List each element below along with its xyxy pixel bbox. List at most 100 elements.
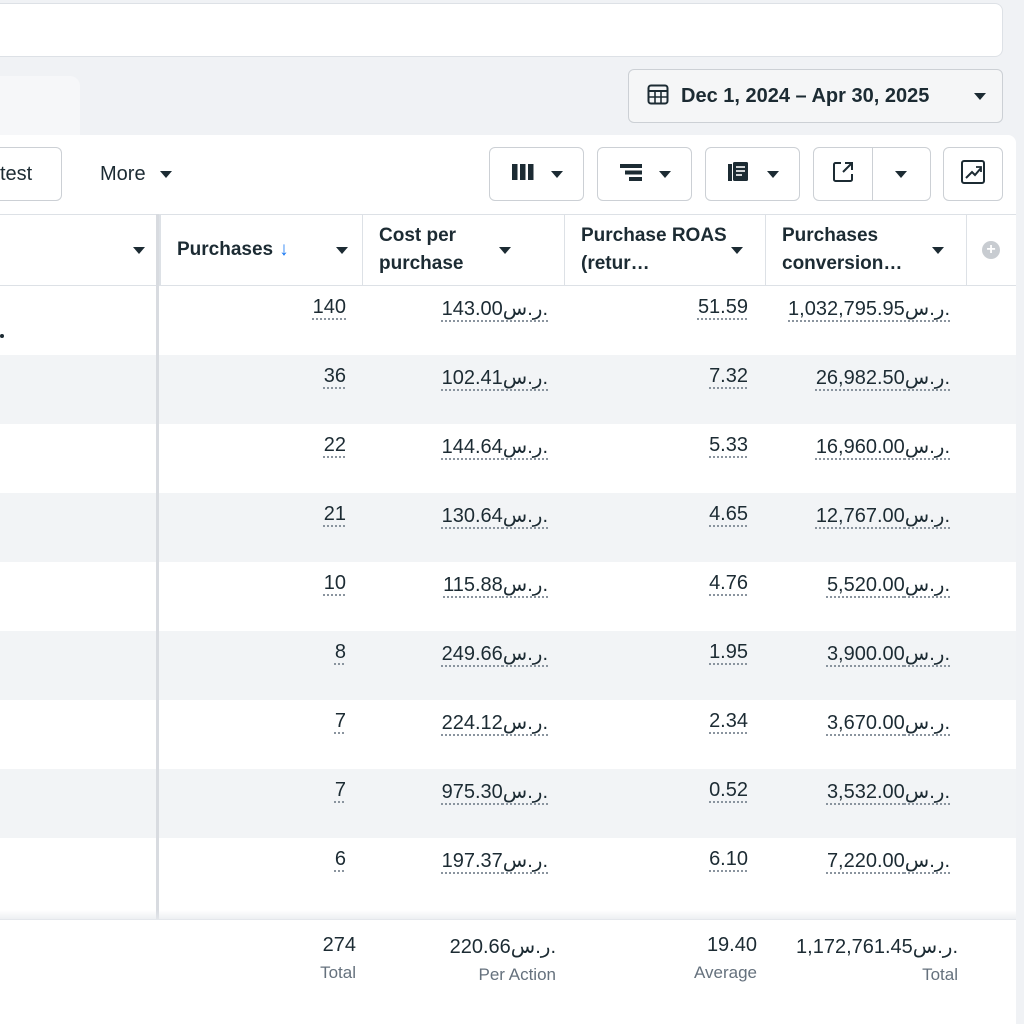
cost-per-purchase-cell[interactable]: 197.37ر.س. [442,848,548,873]
conversion-value-cell[interactable]: 1,032,795.95ر.س. [788,296,950,321]
export-button[interactable] [814,148,873,200]
export-options-button[interactable] [873,148,931,200]
chevron-down-icon [932,246,944,254]
cost-per-purchase-cell[interactable]: 143.00ر.س. [442,296,548,321]
cost-per-purchase-cell[interactable]: 224.12ر.س. [442,710,548,735]
purchases-cell[interactable]: 8 [335,641,346,664]
table-row[interactable]: 8 249.66ر.س. 1.95 3,900.00ر.س. [0,631,1016,700]
total-conversion-value-value: 1,172,761.45ر.س. [796,936,958,958]
roas-cell[interactable]: 6.10 [709,848,748,871]
name-column-header[interactable] [0,215,160,285]
roas-cell[interactable]: 2.34 [709,710,748,733]
more-button[interactable]: More [100,159,172,189]
total-roas: 19.40 Average [694,934,757,983]
conversion-value-cell[interactable]: 12,767.00ر.س. [816,503,950,528]
chevron-down-icon [133,246,145,254]
purchases-cell[interactable]: 140 [313,296,346,319]
purchases-cell[interactable]: 6 [335,848,346,871]
breakdown-button[interactable] [597,147,692,201]
cost-per-purchase-column-header[interactable]: Cost per purchase [363,215,565,285]
purchases-cell-value: 21 [323,503,346,525]
conversion-value-cell-value: 16,960.00ر.س. [815,436,950,458]
table-row[interactable]: 36 102.41ر.س. 7.32 26,982.50ر.س. [0,355,1016,424]
chart-icon [960,159,986,190]
cost-per-purchase-cell[interactable]: 102.41ر.س. [442,365,548,390]
cost-per-purchase-cell-value: 115.88ر.س. [443,574,548,596]
roas-cell[interactable]: 7.32 [709,365,748,388]
cost-per-purchase-cell-value: 197.37ر.س. [441,850,548,872]
cost-per-purchase-cell[interactable]: 249.66ر.س. [442,641,548,666]
total-purchases: 274 Total [320,934,356,983]
cost-per-purchase-cell[interactable]: 144.64ر.س. [442,434,548,459]
roas-cell[interactable]: 4.76 [709,572,748,595]
roas-cell[interactable]: 51.59 [698,296,748,319]
total-purchases-label: Total [320,963,356,982]
conversion-value-cell[interactable]: 5,520.00ر.س. [827,572,950,597]
truncated-name-indicator [0,334,4,338]
roas-cell[interactable]: 5.33 [709,434,748,457]
roas-cell-value: 2.34 [709,710,748,732]
frozen-column-divider[interactable] [156,214,159,1024]
roas-column-header[interactable]: Purchase ROAS (retur… [565,215,766,285]
purchases-cell[interactable]: 7 [335,710,346,733]
table-row[interactable]: 21 130.64ر.س. 4.65 12,767.00ر.س. [0,493,1016,562]
test-button[interactable]: test [0,147,62,201]
total-cost-per-purchase: 220.66ر.س. Per Action [450,934,556,985]
roas-cell-value: 51.59 [697,296,748,318]
conversion-value-cell[interactable]: 3,900.00ر.س. [827,641,950,666]
sort-down-icon: ↓ [279,239,289,260]
conversion-value-cell[interactable]: 26,982.50ر.س. [816,365,950,390]
table-row[interactable]: 7 975.30ر.س. 0.52 3,532.00ر.س. [0,769,1016,838]
roas-cell[interactable]: 0.52 [709,779,748,802]
columns-icon [511,162,535,187]
view-charts-button[interactable] [943,147,1003,201]
table-row[interactable]: 22 144.64ر.س. 5.33 16,960.00ر.س. [0,424,1016,493]
purchases-cell[interactable]: 10 [324,572,346,595]
roas-cell[interactable]: 4.65 [709,503,748,526]
roas-cell-value: 0.52 [709,779,748,801]
table-row[interactable]: 10 115.88ر.س. 4.76 5,520.00ر.س. [0,562,1016,631]
purchases-cell-value: 6 [334,848,346,870]
total-roas-label: Average [693,963,757,982]
conversion-value-column-header[interactable]: Purchases conversion… [766,215,967,285]
purchases-cell[interactable]: 36 [324,365,346,388]
conversion-value-cell[interactable]: 16,960.00ر.س. [816,434,950,459]
total-roas-value: 19.40 [706,934,757,956]
cost-per-purchase-cell[interactable]: 975.30ر.س. [442,779,548,804]
purchases-column-header[interactable]: Purchases ↓ [160,215,363,285]
purchases-cell-value: 36 [323,365,346,387]
search-bar[interactable] [0,3,1003,57]
add-column-icon[interactable]: + [982,241,1000,259]
cost-per-purchase-cell-value: 130.64ر.س. [441,505,548,527]
export-icon [831,160,855,189]
columns-button[interactable] [489,147,584,201]
purchases-cell-value: 7 [334,710,346,732]
cost-per-purchase-cell-value: 143.00ر.س. [441,298,548,320]
purchases-header-label: Purchases [177,239,274,260]
chevron-down-icon [499,246,511,254]
conversion-value-cell-value: 3,900.00ر.س. [826,643,950,665]
purchases-cell[interactable]: 22 [324,434,346,457]
cost-per-purchase-cell[interactable]: 130.64ر.س. [442,503,548,528]
purchases-cell-value: 22 [323,434,346,456]
conversion-value-cell[interactable]: 3,532.00ر.س. [827,779,950,804]
reports-button[interactable] [705,147,800,201]
reports-icon [727,161,751,188]
cost-per-purchase-cell[interactable]: 115.88ر.س. [443,572,548,597]
table-row[interactable]: 140 143.00ر.س. 51.59 1,032,795.95ر.س. [0,286,1016,355]
table-row[interactable]: 7 224.12ر.س. 2.34 3,670.00ر.س. [0,700,1016,769]
roas-cell[interactable]: 1.95 [709,641,748,664]
export-split-button [813,147,931,201]
purchases-cell[interactable]: 21 [324,503,346,526]
purchases-cell-value: 140 [312,296,346,318]
conversion-value-cell[interactable]: 3,670.00ر.س. [827,710,950,735]
table-row[interactable]: 6 197.37ر.س. 6.10 7,220.00ر.س. [0,838,1016,907]
conversion-value-cell[interactable]: 7,220.00ر.س. [827,848,950,873]
date-range-picker[interactable]: Dec 1, 2024 – Apr 30, 2025 [628,69,1003,123]
chevron-down-icon [159,170,172,178]
chevron-down-icon [336,246,348,254]
conversion-value-cell-value: 3,532.00ر.س. [826,781,950,803]
conversion-value-header-label: Purchases conversion… [782,225,903,274]
purchases-cell[interactable]: 7 [335,779,346,802]
conversion-value-cell-value: 1,032,795.95ر.س. [788,298,950,320]
